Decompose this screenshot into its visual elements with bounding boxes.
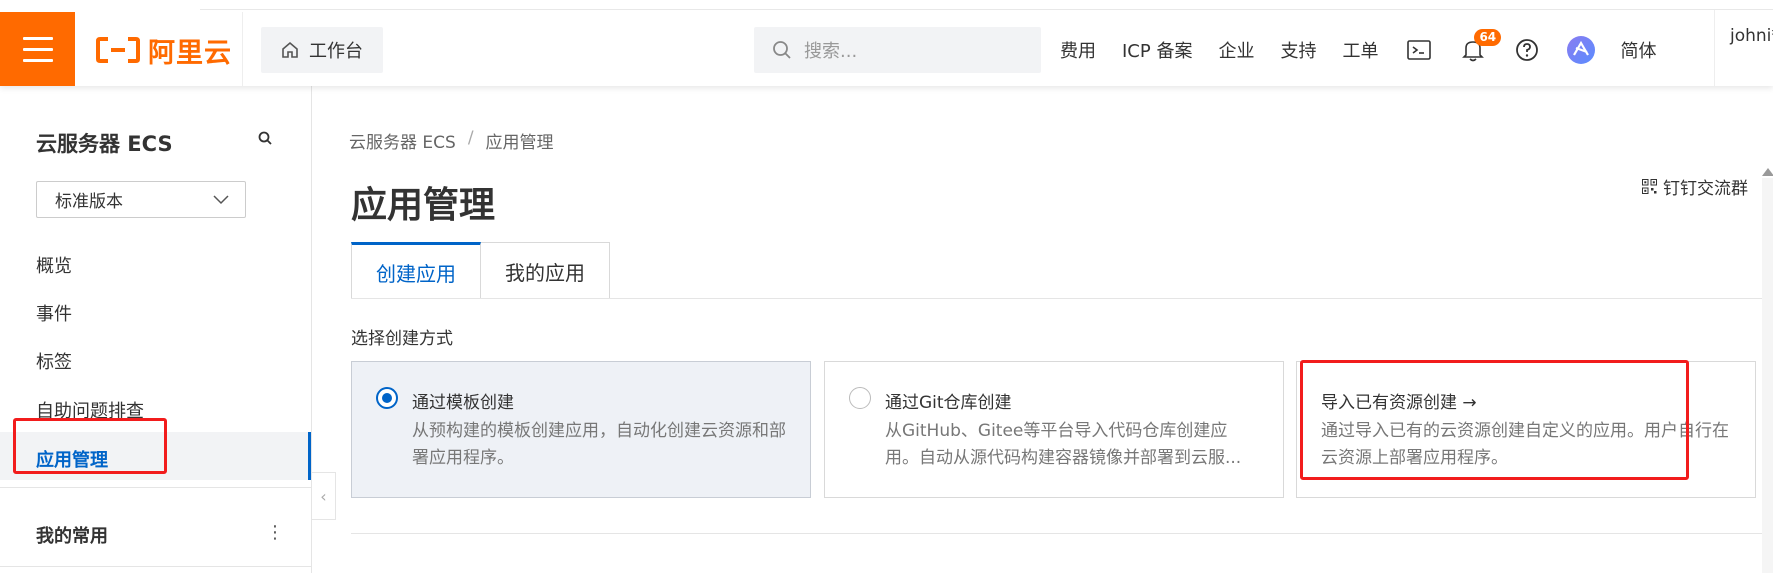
scrollbar[interactable] <box>1762 178 1773 573</box>
search-placeholder: 搜索... <box>804 41 858 62</box>
option-title-template: 通过模板创建 <box>412 393 514 413</box>
tabs-underline <box>351 298 1773 299</box>
sidebar-collapse-button[interactable]: ‹ <box>312 472 336 520</box>
breadcrumb: 云服务器 ECS / 应用管理 <box>349 128 554 153</box>
main-content: 云服务器 ECS / 应用管理 应用管理 钉钉交流群 创建应用 我的应用 选择创… <box>312 86 1773 573</box>
topbar-vertical-divider <box>242 12 243 86</box>
chevron-down-icon <box>213 194 229 204</box>
topbar-divider <box>200 0 1773 10</box>
sidebar-divider <box>0 487 311 488</box>
dingtalk-group-link[interactable]: 钉钉交流群 <box>1642 174 1748 199</box>
breadcrumb-current: 应用管理 <box>485 133 554 153</box>
nav-link-icp[interactable]: ICP 备案 <box>1122 37 1192 63</box>
more-options-icon[interactable]: ⋮ <box>266 522 284 543</box>
workbench-button[interactable]: 工作台 <box>261 27 383 73</box>
section-divider <box>351 533 1773 534</box>
highlight-box-import-option <box>1300 360 1689 480</box>
sidebar-item-events[interactable]: 事件 <box>36 300 72 326</box>
highlight-box-app-management <box>13 418 167 474</box>
tab-my-apps[interactable]: 我的应用 <box>481 242 610 299</box>
logo-text: 阿里云 <box>148 37 232 69</box>
option-card-git[interactable]: 通过Git仓库创建 从GitHub、Gitee等平台导入代码仓库创建应用。自动从… <box>824 361 1284 498</box>
chevron-left-icon: ‹ <box>320 486 327 506</box>
nav-link-enterprise[interactable]: 企业 <box>1218 37 1254 63</box>
sidebar-item-overview[interactable]: 概览 <box>36 252 72 278</box>
user-account-menu[interactable]: johni* <box>1714 10 1773 86</box>
aliyun-logo[interactable]: 阿里云 <box>96 28 232 72</box>
option-desc-git: 从GitHub、Gitee等平台导入代码仓库创建应用。自动从源代码构建容器镜像并… <box>885 421 1242 468</box>
nav-link-support[interactable]: 支持 <box>1280 37 1316 63</box>
sidebar-favorites-label: 我的常用 <box>36 526 108 547</box>
nav-link-ticket[interactable]: 工单 <box>1342 37 1378 63</box>
radio-template[interactable] <box>376 387 398 409</box>
language-switch[interactable]: 简体 <box>1620 37 1656 63</box>
option-title-git: 通过Git仓库创建 <box>885 393 1012 413</box>
tabs: 创建应用 我的应用 <box>351 242 610 299</box>
top-navbar: 阿里云 工作台 搜索... 费用 ICP 备案 企业 支持 工单 64 简体 j… <box>0 0 1773 86</box>
breadcrumb-ecs[interactable]: 云服务器 ECS <box>349 128 456 153</box>
option-desc-template: 从预构建的模板创建应用，自动化创建云资源和部署应用程序。 <box>412 421 786 468</box>
breadcrumb-separator: / <box>467 128 474 148</box>
home-icon <box>282 41 298 58</box>
workbench-label: 工作台 <box>309 41 363 62</box>
notification-bell-icon[interactable]: 64 <box>1458 29 1502 65</box>
aliyun-logo-icon <box>96 37 140 63</box>
top-links: 费用 ICP 备案 企业 支持 工单 64 简体 <box>1060 27 1682 73</box>
version-select-value: 标准版本 <box>55 192 123 212</box>
qrcode-icon <box>1642 179 1657 194</box>
sidebar-item-tags[interactable]: 标签 <box>36 348 72 374</box>
search-icon <box>773 41 791 59</box>
radio-git[interactable] <box>849 387 871 409</box>
nav-link-billing[interactable]: 费用 <box>1060 37 1096 63</box>
sidebar-search-icon[interactable] <box>258 130 272 149</box>
ai-assistant-icon[interactable] <box>1566 35 1596 65</box>
cloud-shell-icon[interactable] <box>1404 35 1434 65</box>
tab-create-app[interactable]: 创建应用 <box>351 242 481 299</box>
page-title: 应用管理 <box>351 185 496 226</box>
notification-badge: 64 <box>1474 29 1502 46</box>
creation-method-label: 选择创建方式 <box>351 329 453 349</box>
version-select[interactable]: 标准版本 <box>36 181 246 218</box>
help-icon[interactable] <box>1512 35 1542 65</box>
sidebar-title: 云服务器 ECS <box>36 132 173 156</box>
sidebar: 云服务器 ECS 标准版本 概览 事件 标签 自助问题排查 应用管理 我的常用 … <box>0 86 312 573</box>
scroll-up-arrow-icon[interactable] <box>1762 168 1773 176</box>
global-search-input[interactable]: 搜索... <box>754 27 1041 73</box>
option-card-template[interactable]: 通过模板创建 从预构建的模板创建应用，自动化创建云资源和部署应用程序。 <box>351 361 811 498</box>
sidebar-bottom-divider <box>0 566 311 567</box>
hamburger-menu-icon[interactable] <box>0 12 75 86</box>
dingtalk-label: 钉钉交流群 <box>1663 179 1748 199</box>
